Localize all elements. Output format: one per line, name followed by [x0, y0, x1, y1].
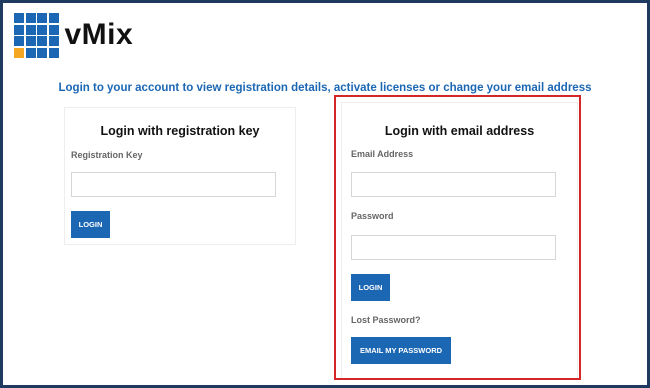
email-address-input[interactable]	[351, 172, 556, 197]
logo-square	[37, 36, 47, 46]
registration-key-label: Registration Key	[71, 150, 143, 160]
email-login-button[interactable]: LOGIN	[351, 274, 390, 301]
email-my-password-button[interactable]: EMAIL MY PASSWORD	[351, 337, 451, 364]
email-login-card: Login with email address Email Address P…	[341, 102, 578, 379]
password-label: Password	[351, 211, 394, 221]
logo-square	[25, 36, 36, 46]
logo-square	[25, 24, 36, 35]
lost-password-link[interactable]: Lost Password?	[351, 315, 421, 325]
logo-square	[14, 13, 24, 23]
email-address-label: Email Address	[351, 149, 414, 159]
logo-square	[48, 24, 59, 35]
logo-grid-icon	[14, 13, 59, 58]
page-frame: vMix Login to your account to view regis…	[3, 3, 647, 385]
password-input[interactable]	[351, 235, 556, 260]
logo-square	[14, 24, 24, 35]
registration-login-button[interactable]: LOGIN	[71, 211, 110, 238]
registration-card-title: Login with registration key	[100, 124, 260, 138]
logo-square	[37, 13, 47, 23]
logo-square	[37, 47, 47, 58]
email-card-title: Login with email address	[384, 124, 535, 138]
registration-key-input[interactable]	[71, 172, 276, 197]
registration-key-card: Login with registration key Registration…	[64, 107, 296, 245]
logo-square	[14, 36, 24, 46]
logo-square	[37, 24, 47, 35]
logo-square	[48, 47, 59, 58]
logo-square	[14, 47, 24, 58]
logo-square	[48, 13, 59, 23]
logo-square	[48, 36, 59, 46]
logo-text: vMix	[64, 18, 134, 52]
logo-square	[25, 13, 36, 23]
page-subtitle: Login to your account to view registrati…	[58, 82, 592, 94]
vmix-logo: vMix	[14, 13, 133, 58]
logo-square	[25, 47, 36, 58]
